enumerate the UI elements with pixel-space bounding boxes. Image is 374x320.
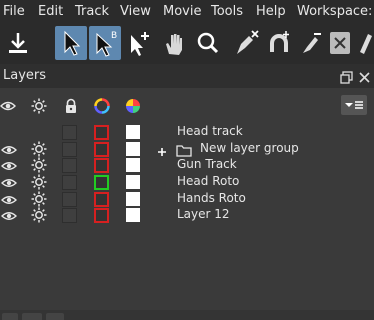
visibility-eye-icon[interactable]	[0, 192, 18, 206]
layer-name: Head track	[177, 124, 243, 138]
visibility-eye-icon[interactable]	[0, 175, 18, 189]
menu-file[interactable]: File	[3, 4, 25, 19]
toolbar: B	[0, 24, 374, 64]
layers-panel-header: Layers	[0, 64, 374, 88]
lock-toggle[interactable]	[62, 208, 77, 223]
layer-fill-swatch[interactable]	[126, 142, 140, 156]
close-icon[interactable]	[358, 69, 371, 83]
expand-plus-icon[interactable]	[156, 143, 168, 156]
pen-x-icon[interactable]	[231, 26, 261, 60]
sun-icon[interactable]	[31, 157, 47, 173]
layer-fill-swatch[interactable]	[126, 125, 140, 139]
layer-row[interactable]: Head Roto	[0, 174, 374, 191]
panel-tab[interactable]	[46, 313, 64, 320]
menu-track[interactable]: Track	[75, 4, 109, 19]
layer-name: Gun Track	[177, 157, 237, 171]
layer-name: New layer group	[200, 141, 299, 155]
layer-group-row[interactable]: New layer group	[0, 141, 374, 158]
add-point-arrow-icon[interactable]	[126, 26, 152, 60]
lock-icon[interactable]	[63, 98, 79, 114]
layer-fill-swatch[interactable]	[126, 158, 140, 172]
layer-name: Hands Roto	[177, 191, 246, 205]
select-arrow-icon[interactable]	[55, 26, 87, 60]
download-icon[interactable]	[4, 26, 32, 60]
menu-view[interactable]: View	[120, 4, 151, 19]
layer-row[interactable]: Head track	[0, 124, 374, 141]
select-b-arrow-icon[interactable]: B	[89, 26, 121, 60]
layer-color-swatch[interactable]	[94, 142, 109, 157]
color-wheel-outline-icon[interactable]	[94, 98, 110, 114]
sun-icon[interactable]	[31, 141, 47, 157]
hand-icon[interactable]	[161, 26, 187, 60]
clear-x-icon[interactable]	[328, 26, 352, 60]
layer-color-swatch[interactable]	[94, 175, 109, 190]
column-header	[0, 89, 374, 123]
lock-toggle[interactable]	[62, 125, 77, 140]
layer-row[interactable]: Hands Roto	[0, 191, 374, 208]
layer-row[interactable]: Layer 12	[0, 207, 374, 224]
eye-icon[interactable]	[0, 98, 16, 114]
lock-toggle[interactable]	[62, 142, 77, 157]
bottom-tabs	[0, 310, 374, 320]
visibility-eye-icon[interactable]	[0, 142, 18, 156]
layer-row[interactable]: Gun Track	[0, 157, 374, 174]
sun-icon[interactable]	[31, 174, 47, 190]
workspace-selector[interactable]: Workspace: Cl	[297, 4, 374, 19]
layer-color-swatch[interactable]	[94, 208, 109, 223]
sun-icon[interactable]	[31, 207, 47, 223]
menu-tools[interactable]: Tools	[211, 4, 243, 19]
layer-fill-swatch[interactable]	[126, 175, 140, 189]
menu-edit[interactable]: Edit	[38, 4, 63, 19]
sun-icon-hidden[interactable]	[31, 124, 47, 140]
svg-text:B: B	[111, 31, 117, 41]
layer-color-swatch[interactable]	[94, 125, 109, 140]
visibility-eye-icon[interactable]	[0, 208, 18, 222]
lock-toggle[interactable]	[62, 192, 77, 207]
menu-movie[interactable]: Movie	[163, 4, 201, 19]
knife-icon[interactable]	[356, 26, 374, 60]
sun-icon[interactable]	[31, 98, 47, 114]
lock-toggle[interactable]	[62, 158, 77, 173]
panel-tab[interactable]	[22, 313, 42, 320]
layer-color-swatch[interactable]	[94, 192, 109, 207]
visibility-eye-icon[interactable]	[0, 158, 18, 172]
layer-name: Layer 12	[177, 207, 230, 221]
layer-fill-swatch[interactable]	[126, 208, 140, 222]
layers-menu-button[interactable]	[341, 95, 367, 115]
brush-icon[interactable]	[297, 26, 323, 60]
layer-color-swatch[interactable]	[94, 158, 109, 173]
sun-icon[interactable]	[31, 191, 47, 207]
magnet-icon[interactable]	[266, 26, 292, 60]
layer-name: Head Roto	[177, 174, 240, 188]
folder-icon	[176, 142, 192, 157]
menu-bar: File Edit Track View Movie Tools Help Wo…	[0, 0, 374, 24]
panel-tab[interactable]	[2, 313, 18, 320]
float-panel-icon[interactable]	[340, 69, 353, 84]
color-wheel-filled-icon[interactable]	[125, 98, 141, 114]
lock-toggle[interactable]	[62, 175, 77, 190]
magnify-icon[interactable]	[193, 26, 221, 60]
layer-fill-swatch[interactable]	[126, 192, 140, 206]
panel-title: Layers	[3, 68, 47, 83]
menu-help[interactable]: Help	[256, 4, 286, 19]
